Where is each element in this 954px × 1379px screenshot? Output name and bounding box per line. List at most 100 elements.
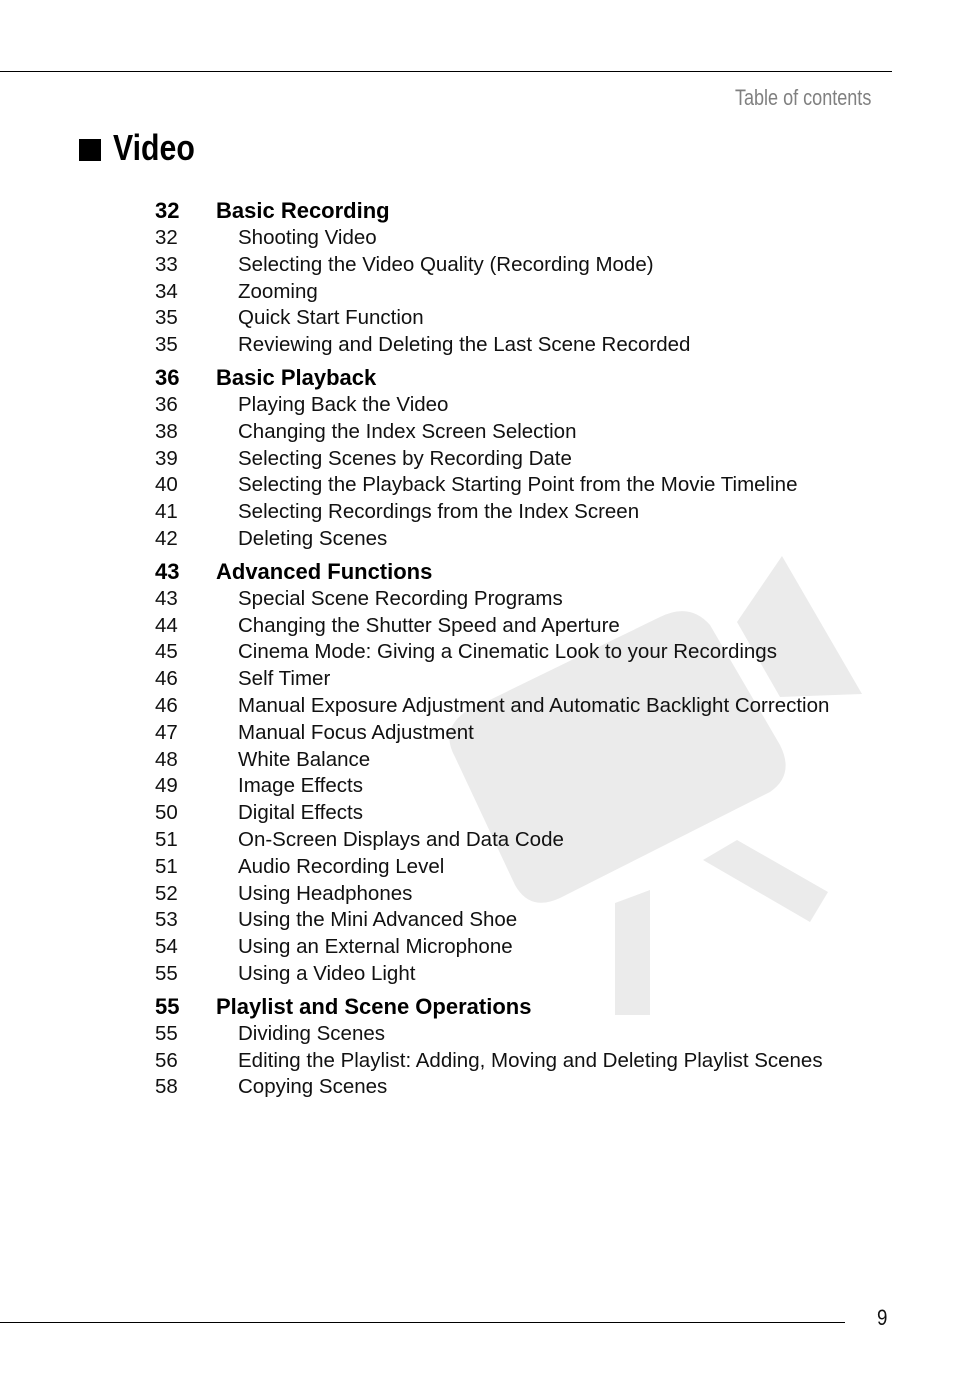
toc-entry[interactable]: 55 Dividing Scenes bbox=[155, 1021, 829, 1048]
toc-entry[interactable]: 43 Special Scene Recording Programs bbox=[155, 586, 829, 613]
toc-entry-page: 50 bbox=[155, 801, 178, 825]
toc-entry-title: Quick Start Function bbox=[238, 306, 424, 330]
toc-entry[interactable]: 32 Shooting Video bbox=[155, 225, 829, 252]
toc-entry-title: Zooming bbox=[238, 279, 318, 303]
toc-entry-title: Dividing Scenes bbox=[238, 1021, 385, 1045]
toc-entry-page: 35 bbox=[155, 306, 178, 330]
toc-entry-title: Copying Scenes bbox=[238, 1075, 388, 1099]
toc-entry[interactable]: 41 Selecting Recordings from the Index Sc… bbox=[155, 499, 829, 526]
toc-entry-page: 56 bbox=[155, 1048, 178, 1072]
toc-entry-page: 52 bbox=[155, 881, 178, 905]
toc-heading-title: Advanced Functions bbox=[216, 558, 433, 584]
toc-entry[interactable]: 52 Using Headphones bbox=[155, 881, 829, 908]
toc-entry-page: 46 bbox=[155, 667, 178, 691]
toc-entry-title: Selecting the Video Quality (Recording M… bbox=[238, 252, 654, 276]
toc-entry-title: Changing the Shutter Speed and Aperture bbox=[238, 613, 620, 637]
toc-group-basic-playback: 36 Basic Playback 36 Playing Back the Vid… bbox=[155, 364, 829, 553]
toc-group-basic-recording: 32 Basic Recording 32 Shooting Video 33 Se… bbox=[155, 197, 829, 359]
toc-group-advanced-functions: 43 Advanced Functions 43 Special Scene Re… bbox=[155, 558, 829, 988]
toc-heading[interactable]: 43 Advanced Functions bbox=[155, 558, 829, 586]
table-of-contents: 32 Basic Recording 32 Shooting Video 33 Se… bbox=[155, 197, 829, 1106]
toc-entry-title: Image Effects bbox=[238, 774, 363, 798]
toc-entry-page: 47 bbox=[155, 720, 178, 744]
toc-entry[interactable]: 46 Self Timer bbox=[155, 666, 829, 693]
toc-entry-title: Shooting Video bbox=[238, 226, 377, 249]
toc-entry-title: Special Scene Recording Programs bbox=[238, 586, 563, 610]
toc-entry[interactable]: 48 White Balance bbox=[155, 747, 829, 774]
toc-entry[interactable]: 53 Using the Mini Advanced Shoe bbox=[155, 907, 829, 934]
toc-entry[interactable]: 40 Selecting the Playback Starting Point … bbox=[155, 472, 829, 499]
toc-entry[interactable]: 58 Copying Scenes bbox=[155, 1074, 829, 1101]
toc-entry-title: Manual Exposure Adjustment and Automatic… bbox=[238, 693, 830, 717]
toc-entry-page: 41 bbox=[155, 500, 178, 524]
toc-entry-page: 51 bbox=[155, 854, 178, 878]
toc-heading-page: 32 bbox=[155, 198, 180, 223]
toc-entry-title: Selecting the Playback Starting Point fr… bbox=[238, 473, 798, 497]
toc-entry-page: 44 bbox=[155, 613, 178, 637]
toc-entry-title: Using the Mini Advanced Shoe bbox=[238, 908, 518, 932]
toc-entry[interactable]: 49 Image Effects bbox=[155, 773, 829, 800]
toc-entry-title: Selecting Recordings from the Index Scre… bbox=[238, 500, 640, 524]
toc-entry-title: Editing the Playlist: Adding, Moving and… bbox=[238, 1048, 823, 1072]
toc-heading[interactable]: 32 Basic Recording bbox=[155, 197, 829, 225]
toc-entry-page: 34 bbox=[155, 279, 178, 303]
toc-heading-page: 55 bbox=[155, 993, 180, 1019]
toc-entry-title: Selecting Scenes by Recording Date bbox=[238, 446, 572, 470]
toc-entry-page: 48 bbox=[155, 747, 178, 771]
toc-entry-page: 39 bbox=[155, 446, 178, 470]
toc-entry-page: 49 bbox=[155, 774, 178, 798]
toc-entry-title: Cinema Mode: Giving a Cinematic Look to … bbox=[238, 640, 777, 664]
toc-heading-title: Basic Recording bbox=[216, 198, 390, 223]
page-number: 9 bbox=[877, 1305, 888, 1330]
toc-entry-page: 58 bbox=[155, 1075, 178, 1099]
toc-entry-page: 38 bbox=[155, 419, 178, 443]
toc-entry[interactable]: 51 On-Screen Displays and Data Code bbox=[155, 827, 829, 854]
toc-entry[interactable]: 44 Changing the Shutter Speed and Apertur… bbox=[155, 613, 829, 640]
toc-heading-page: 36 bbox=[155, 364, 180, 390]
toc-entry-title: Using an External Microphone bbox=[238, 935, 513, 959]
toc-entry-title: Deleting Scenes bbox=[238, 526, 388, 550]
toc-entry[interactable]: 39 Selecting Scenes by Recording Date bbox=[155, 446, 829, 473]
toc-entry-page: 55 bbox=[155, 961, 178, 985]
toc-entry-title: Self Timer bbox=[238, 667, 331, 691]
toc-entry-page: 55 bbox=[155, 1021, 178, 1045]
toc-entry-title: Manual Focus Adjustment bbox=[238, 720, 474, 744]
toc-entry[interactable]: 56 Editing the Playlist: Adding, Moving a… bbox=[155, 1048, 829, 1075]
toc-entry-title: Changing the Index Screen Selection bbox=[238, 419, 577, 443]
toc-entry-page: 53 bbox=[155, 908, 178, 932]
toc-entry-page: 33 bbox=[155, 252, 178, 276]
toc-entry[interactable]: 55 Using a Video Light bbox=[155, 961, 829, 988]
toc-heading-title: Basic Playback bbox=[216, 364, 377, 390]
toc-entry-page: 40 bbox=[155, 473, 178, 497]
toc-heading[interactable]: 36 Basic Playback bbox=[155, 364, 829, 392]
toc-entry[interactable]: 54 Using an External Microphone bbox=[155, 934, 829, 961]
toc-entry-page: 43 bbox=[155, 586, 178, 610]
toc-entry[interactable]: 50 Digital Effects bbox=[155, 800, 829, 827]
footer-rule bbox=[0, 1322, 845, 1323]
toc-heading-title: Playlist and Scene Operations bbox=[216, 993, 532, 1019]
toc-group-playlist-scene-operations: 55 Playlist and Scene Operations 55 Divid… bbox=[155, 993, 829, 1101]
toc-entry[interactable]: 35 Quick Start Function bbox=[155, 305, 829, 332]
toc-heading-page: 43 bbox=[155, 558, 180, 584]
toc-entry-page: 51 bbox=[155, 827, 178, 851]
toc-entry[interactable]: 46 Manual Exposure Adjustment and Automat… bbox=[155, 693, 829, 720]
toc-entry-page: 36 bbox=[155, 392, 178, 416]
toc-entry[interactable]: 45 Cinema Mode: Giving a Cinematic Look t… bbox=[155, 639, 829, 666]
toc-entry[interactable]: 42 Deleting Scenes bbox=[155, 526, 829, 553]
toc-entry-title: Playing Back the Video bbox=[238, 392, 449, 416]
toc-entry-title: Audio Recording Level bbox=[238, 854, 445, 878]
toc-entry[interactable]: 34 Zooming bbox=[155, 279, 829, 306]
toc-entry[interactable]: 33 Selecting the Video Quality (Recording… bbox=[155, 252, 829, 279]
toc-entry[interactable]: 36 Playing Back the Video bbox=[155, 392, 829, 419]
toc-entry[interactable]: 38 Changing the Index Screen Selection bbox=[155, 419, 829, 446]
toc-entry-title: Digital Effects bbox=[238, 801, 363, 825]
toc-entry-title: Using Headphones bbox=[238, 881, 413, 905]
toc-entry-page: 35 bbox=[155, 333, 178, 357]
toc-entry[interactable]: 51 Audio Recording Level bbox=[155, 854, 829, 881]
toc-entry-page: 54 bbox=[155, 935, 178, 959]
toc-entry[interactable]: 35 Reviewing and Deleting the Last Scene … bbox=[155, 332, 829, 359]
toc-heading[interactable]: 55 Playlist and Scene Operations bbox=[155, 993, 829, 1021]
toc-entry-title: White Balance bbox=[238, 747, 371, 771]
toc-entry[interactable]: 47 Manual Focus Adjustment bbox=[155, 720, 829, 747]
toc-entry-page: 46 bbox=[155, 693, 178, 717]
